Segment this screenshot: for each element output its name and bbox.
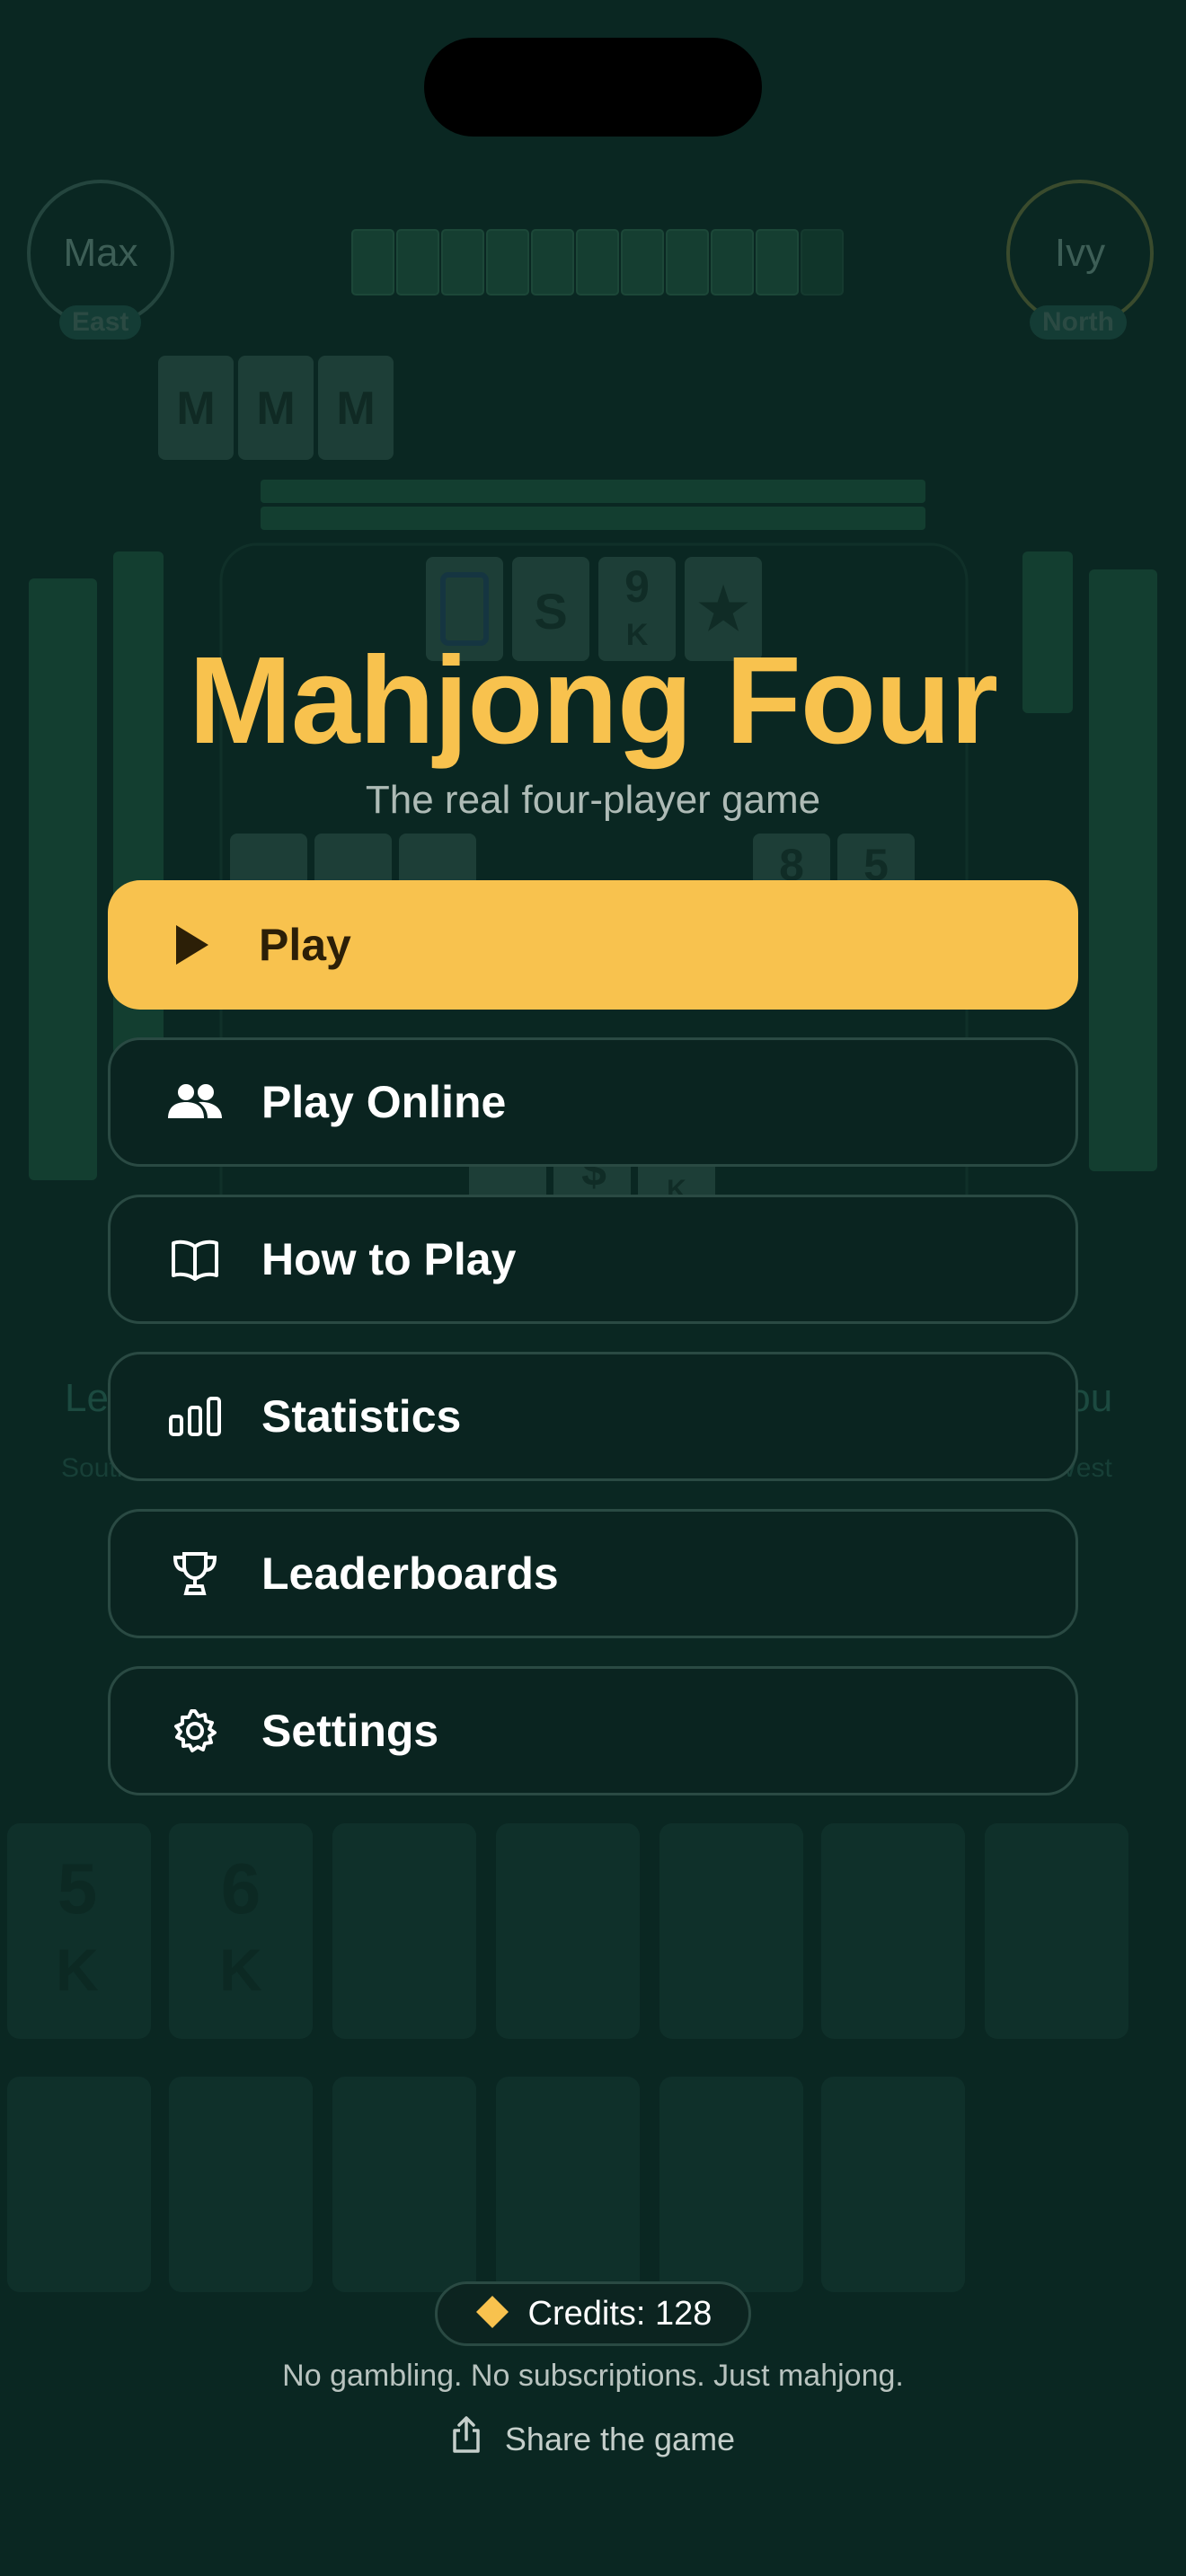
player-name: Max xyxy=(63,231,138,275)
share-icon xyxy=(451,2416,482,2462)
book-icon xyxy=(166,1231,224,1288)
diamond-icon xyxy=(474,2294,510,2334)
how-to-play-button[interactable]: How to Play xyxy=(108,1195,1078,1324)
leaderboards-label: Leaderboards xyxy=(261,1548,559,1599)
settings-button[interactable]: Settings xyxy=(108,1666,1078,1795)
player-name: Ivy xyxy=(1054,231,1106,275)
leaderboards-button[interactable]: Leaderboards xyxy=(108,1509,1078,1638)
player-seat-badge: North xyxy=(1030,305,1127,340)
app-subtitle: The real four-player game xyxy=(365,778,821,822)
gear-icon xyxy=(166,1702,224,1760)
people-icon xyxy=(166,1073,224,1131)
bar-chart-icon xyxy=(166,1388,224,1445)
how-to-play-label: How to Play xyxy=(261,1234,517,1284)
play-icon xyxy=(164,916,221,974)
play-online-label: Play Online xyxy=(261,1077,507,1127)
share-game-link[interactable]: Share the game xyxy=(0,2416,1186,2462)
credits-badge[interactable]: Credits: 128 xyxy=(435,2281,751,2346)
tagline: No gambling. No subscriptions. Just mahj… xyxy=(282,2359,904,2393)
play-button-label: Play xyxy=(259,920,351,970)
share-label: Share the game xyxy=(504,2420,736,2457)
trophy-icon xyxy=(166,1545,224,1602)
player-seat-badge: East xyxy=(59,305,142,340)
play-online-button[interactable]: Play Online xyxy=(108,1037,1078,1167)
statistics-label: Statistics xyxy=(261,1391,462,1442)
statistics-button[interactable]: Statistics xyxy=(108,1352,1078,1481)
dynamic-island xyxy=(424,38,762,137)
settings-label: Settings xyxy=(261,1706,439,1756)
play-button[interactable]: Play xyxy=(108,880,1078,1010)
credits-label: Credits: 128 xyxy=(527,2294,712,2333)
app-title: Mahjong Four xyxy=(188,631,998,770)
